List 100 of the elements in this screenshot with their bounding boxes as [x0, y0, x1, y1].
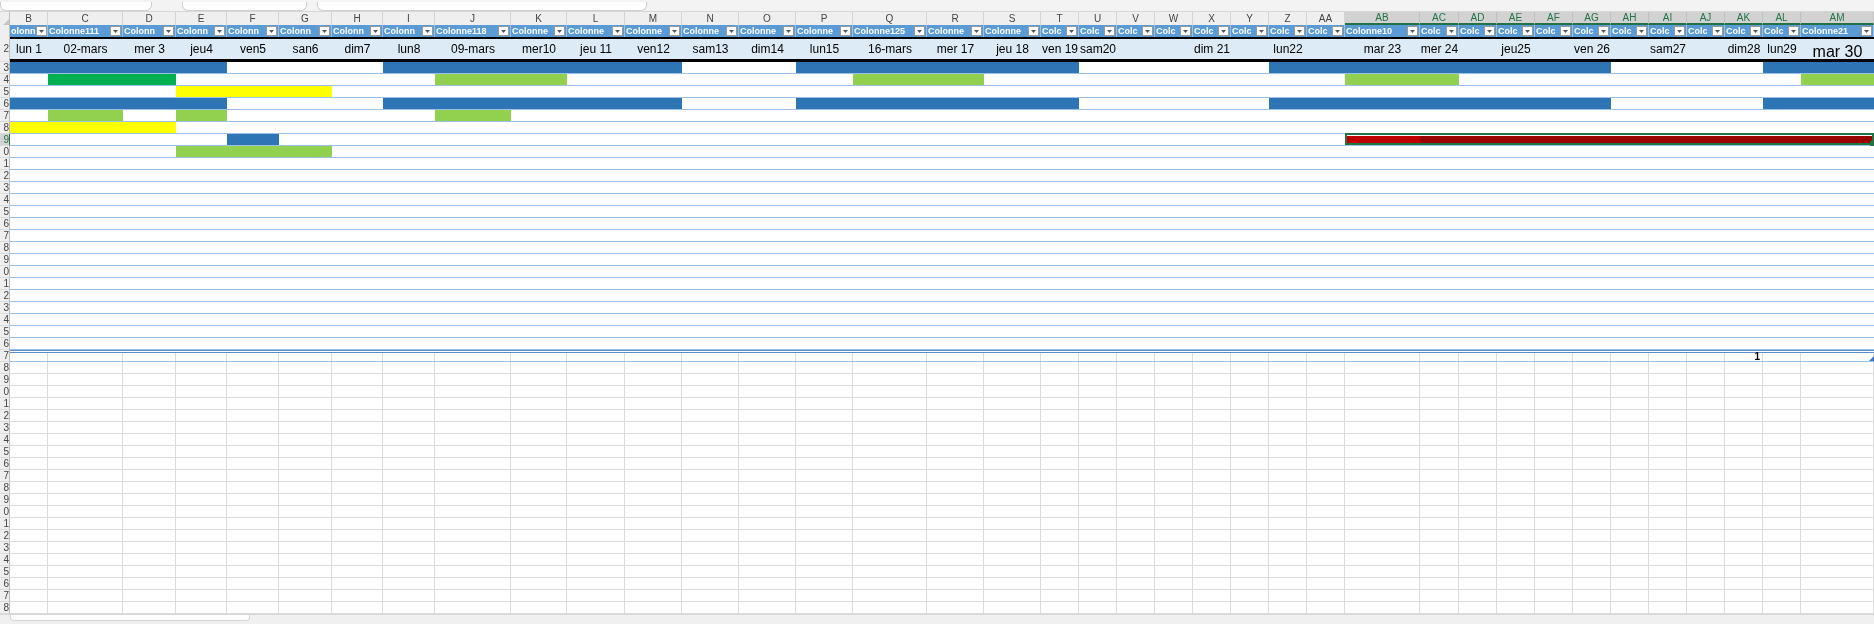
filter-dropdown[interactable] — [726, 26, 737, 36]
filter-dropdown[interactable] — [669, 26, 680, 36]
total-value: 1 — [1754, 352, 1760, 362]
caret-icon — [615, 29, 620, 33]
filter-dropdown[interactable] — [35, 26, 47, 36]
filter-dropdown[interactable] — [1332, 26, 1343, 36]
filter-dropdown[interactable] — [1750, 26, 1761, 36]
date-label: jeu4 — [190, 43, 213, 55]
column-letter[interactable]: AC — [1420, 12, 1459, 25]
filter-dropdown[interactable] — [422, 26, 433, 36]
caret-icon — [974, 29, 979, 33]
row-number[interactable]: 5 — [0, 326, 10, 338]
caret-icon — [322, 29, 327, 33]
column-letter[interactable]: AL — [1763, 12, 1801, 25]
filter-dropdown[interactable] — [1407, 26, 1418, 36]
filter-dropdown[interactable] — [1104, 26, 1115, 36]
filter-dropdown[interactable] — [1028, 26, 1039, 36]
caret-icon — [38, 29, 44, 33]
filter-dropdown[interactable] — [1788, 26, 1799, 36]
row-number[interactable]: 4 — [0, 314, 10, 326]
row-number[interactable]: 0 — [0, 266, 10, 278]
row-number[interactable]: 1 — [0, 278, 10, 290]
filter-dropdown[interactable] — [370, 26, 381, 36]
date-label: mer 3 — [134, 43, 165, 55]
caret-icon — [843, 29, 848, 33]
date-label: sam20 — [1080, 43, 1116, 55]
row-number[interactable]: 1 — [0, 158, 10, 170]
row-number[interactable]: 2 — [0, 170, 10, 182]
caret-icon — [1145, 29, 1150, 33]
caret-icon — [425, 29, 430, 33]
filter-dropdown[interactable] — [1294, 26, 1305, 36]
row-number[interactable]: 3 — [0, 302, 10, 314]
filter-dropdown[interactable] — [214, 26, 225, 36]
caret-icon — [1449, 29, 1454, 33]
column-letter[interactable]: AI — [1649, 12, 1687, 25]
column-letter[interactable]: AB — [1345, 12, 1420, 25]
filter-dropdown[interactable] — [554, 26, 565, 36]
date-label: 02-mars — [63, 43, 108, 55]
filter-dropdown[interactable] — [266, 26, 277, 36]
filter-dropdown[interactable] — [498, 26, 509, 36]
caret-icon — [501, 29, 506, 33]
column-letter[interactable]: AM — [1801, 12, 1874, 25]
caret-icon — [1031, 29, 1036, 33]
date-label: ven12 — [637, 43, 670, 55]
row-number[interactable]: 9 — [0, 254, 10, 266]
caret-icon — [373, 29, 378, 33]
filter-dropdown[interactable] — [1598, 26, 1609, 36]
caret-icon — [1601, 29, 1606, 33]
column-letter[interactable]: AG — [1573, 12, 1611, 25]
date-label: lun 1 — [16, 43, 42, 55]
row-number[interactable]: 4 — [0, 194, 10, 206]
column-letter[interactable]: AE — [1497, 12, 1535, 25]
filter-dropdown[interactable] — [1256, 26, 1267, 36]
caret-icon — [1410, 29, 1415, 33]
filter-dropdown[interactable] — [612, 26, 623, 36]
filter-dropdown[interactable] — [1636, 26, 1647, 36]
row-number[interactable]: 3 — [0, 182, 10, 194]
caret-icon — [1335, 29, 1340, 33]
column-letter[interactable]: AK — [1725, 12, 1763, 25]
row-number[interactable]: 7 — [0, 230, 10, 242]
caret-icon — [917, 29, 922, 33]
filter-dropdown[interactable] — [163, 26, 174, 36]
date-label: mer 24 — [1420, 43, 1459, 55]
filter-dropdown[interactable] — [1066, 26, 1077, 36]
caret-icon — [217, 29, 222, 33]
filter-dropdown[interactable] — [1484, 26, 1495, 36]
row-number[interactable]: 2 — [0, 290, 10, 302]
filter-dropdown[interactable] — [971, 26, 982, 36]
caret-icon — [113, 29, 118, 33]
column-letter[interactable]: AH — [1611, 12, 1649, 25]
filter-dropdown[interactable] — [1446, 26, 1457, 36]
filter-dropdown[interactable] — [1218, 26, 1229, 36]
caret-icon — [1715, 29, 1720, 33]
filter-dropdown[interactable] — [110, 26, 121, 36]
column-letter[interactable]: AF — [1535, 12, 1573, 25]
date-label: dim7 — [344, 43, 371, 55]
filter-dropdown[interactable] — [1674, 26, 1685, 36]
fill-handle[interactable] — [1870, 141, 1874, 146]
row-number[interactable]: 6 — [0, 218, 10, 230]
caret-icon — [1563, 29, 1568, 33]
row-number[interactable]: 6 — [0, 338, 10, 350]
row-number[interactable]: 7 — [0, 350, 10, 362]
row-number[interactable]: 5 — [0, 206, 10, 218]
filter-dropdown[interactable] — [1560, 26, 1571, 36]
date-label: dim28 — [1727, 43, 1761, 55]
filter-dropdown[interactable] — [1522, 26, 1533, 36]
filter-dropdown[interactable] — [783, 26, 794, 36]
filter-dropdown[interactable] — [1712, 26, 1723, 36]
filter-dropdown[interactable] — [914, 26, 925, 36]
column-letter[interactable]: AD — [1459, 12, 1497, 25]
caret-icon — [1525, 29, 1530, 33]
caret-icon — [1297, 29, 1302, 33]
filter-dropdown[interactable] — [1861, 26, 1872, 36]
caret-icon — [786, 29, 791, 33]
caret-icon — [166, 29, 171, 33]
filter-dropdown[interactable] — [1142, 26, 1153, 36]
filter-dropdown[interactable] — [1180, 26, 1191, 36]
filter-dropdown[interactable] — [840, 26, 851, 36]
column-letter[interactable]: AJ — [1687, 12, 1725, 25]
filter-dropdown[interactable] — [319, 26, 330, 36]
